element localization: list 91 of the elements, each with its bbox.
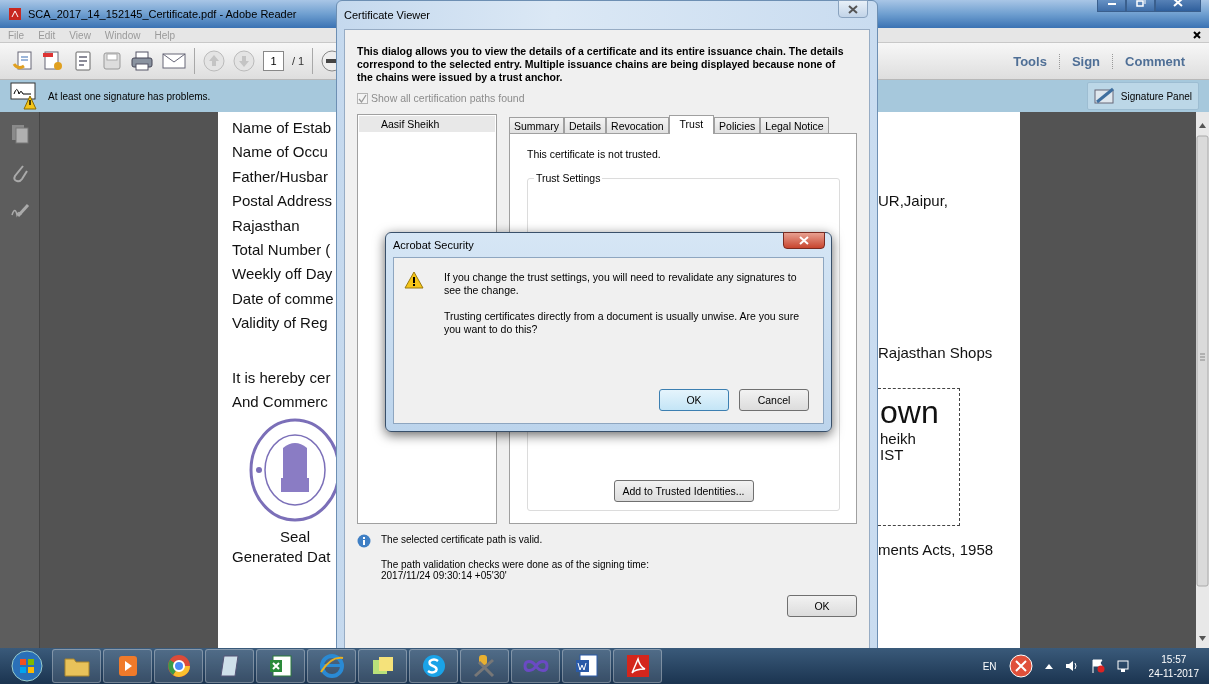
- panel-link[interactable]: Comment: [1112, 53, 1197, 69]
- close-button[interactable]: [838, 0, 868, 18]
- taskbar-button[interactable]: [205, 649, 254, 683]
- print-icon[interactable]: [130, 50, 154, 72]
- info-icon: [357, 534, 371, 548]
- tab[interactable]: Legal Notice: [760, 117, 829, 133]
- page-count: / 1: [292, 55, 305, 67]
- speaker-icon[interactable]: [1064, 660, 1079, 672]
- document-text: Total Number (: [232, 239, 331, 260]
- checkmark-icon: [358, 93, 367, 103]
- warning-message: If you change the trust settings, you will need to revalidate any signatures to see the change.: [444, 271, 798, 297]
- document-text: Generated Dat: [232, 547, 331, 568]
- document-text: Postal Address: [232, 191, 333, 212]
- document-text: It is hereby cer: [232, 367, 331, 388]
- taskbar-button[interactable]: [562, 649, 611, 683]
- dialog-title: Acrobat Security: [393, 239, 474, 251]
- document-text: Validity of Reg: [232, 313, 328, 334]
- tab[interactable]: Details: [563, 117, 607, 133]
- browser-e-icon: [317, 652, 346, 680]
- signing-time: 2017/11/24 09:30:14 +05'30': [381, 570, 508, 581]
- page-number-field[interactable]: 1: [263, 51, 284, 71]
- document-text: Father/Husbar: [232, 166, 328, 187]
- add-trusted-button[interactable]: Add to Trusted Identities...: [613, 480, 754, 502]
- signature-panel-button[interactable]: Signature Panel: [1086, 82, 1199, 110]
- document-text: Rajasthan: [232, 215, 300, 236]
- taskbar-button[interactable]: [358, 649, 407, 683]
- window-title: SCA_2017_14_152145_Certificate.pdf - Adobe Reader: [28, 8, 297, 20]
- signature-warning-icon: [10, 82, 40, 110]
- tab[interactable]: Trust: [668, 115, 715, 134]
- validation-note: The path validation checks were done as of the signing time:: [381, 559, 649, 570]
- dialog-title: Certificate Viewer: [344, 9, 430, 21]
- scrollbar[interactable]: [1196, 112, 1209, 648]
- taskbar-button[interactable]: [307, 649, 356, 683]
- signature-pen-icon[interactable]: [9, 202, 30, 218]
- clock-date: 24-11-2017: [1148, 667, 1199, 679]
- document-text: Date of comme: [232, 288, 334, 309]
- warning-message: Trusting certificates directly from a document is usually unwise. Are you sure you want to do this?: [444, 310, 800, 336]
- restore-icon: [1135, 0, 1146, 7]
- tray-arrow-icon[interactable]: [1044, 663, 1053, 669]
- document-text: Name of Estab: [232, 118, 332, 138]
- taskbar-button[interactable]: [613, 649, 662, 683]
- ok-button[interactable]: OK: [787, 595, 857, 617]
- windows-logo-icon: [11, 650, 43, 682]
- create-pdf-icon[interactable]: [42, 50, 64, 72]
- tab[interactable]: Revocation: [606, 117, 669, 133]
- tab[interactable]: Summary: [509, 117, 564, 133]
- panel-link[interactable]: Sign: [1058, 53, 1113, 69]
- document-text: Name of Occu: [232, 142, 328, 163]
- close-icon: [848, 4, 858, 14]
- close-icon[interactable]: [1193, 31, 1201, 39]
- pdf-file-icon: [8, 7, 22, 21]
- path-status: The selected certificate path is valid.: [381, 534, 544, 545]
- taskbar-button[interactable]: [154, 649, 203, 683]
- document-text: Weekly off Day: [232, 264, 333, 285]
- pages-icon[interactable]: [10, 124, 29, 144]
- taskbar-button[interactable]: [52, 649, 101, 683]
- taskbar-button[interactable]: [103, 649, 152, 683]
- document-text: UR,Jaipur,: [878, 191, 949, 211]
- pen-signature-icon: [1093, 87, 1116, 105]
- signature-name-text: own: [880, 392, 940, 431]
- group-label: Trust Settings: [534, 172, 603, 184]
- taskbar-button[interactable]: [460, 649, 509, 683]
- document-text: Rajasthan Shops: [878, 343, 993, 364]
- signature-notice: At least one signature has problems.: [48, 90, 211, 102]
- edit-document-icon[interactable]: [72, 50, 94, 72]
- mail-icon[interactable]: [162, 52, 186, 70]
- language-indicator[interactable]: EN: [982, 660, 997, 672]
- document-text: ments Acts, 1958: [878, 539, 994, 560]
- dialog-button[interactable]: OK: [659, 389, 729, 411]
- warning-icon: [404, 271, 424, 289]
- tree-item[interactable]: Aasif Sheikh: [359, 116, 495, 132]
- tab[interactable]: Policies: [714, 117, 761, 133]
- dialog-button[interactable]: Cancel: [739, 389, 809, 411]
- minimize-icon: [1106, 0, 1117, 6]
- taskbar-button[interactable]: [256, 649, 305, 683]
- clock-time: 15:57: [1161, 653, 1187, 665]
- close-button[interactable]: [783, 232, 825, 249]
- close-icon: [1173, 0, 1183, 7]
- flag-icon[interactable]: [1090, 659, 1105, 673]
- document-text: And Commerc: [232, 391, 328, 412]
- panel-link[interactable]: Tools: [1001, 53, 1059, 69]
- network-icon[interactable]: [1116, 659, 1131, 673]
- taskbar-button[interactable]: [409, 649, 458, 683]
- signer-text: heikh: [880, 430, 917, 447]
- signing-time-text: IST: [880, 446, 905, 463]
- clock[interactable]: 15:57 24-11-2017: [1142, 653, 1205, 679]
- trust-status: This certificate is not trusted.: [527, 148, 662, 160]
- dialog-description: This dialog allows you to view the details of a certificate and its entire issuance chain. The details correspond to the selected entry. Multiple issuance chains are being displayed because none of the chains were issued by a trust anchor.: [357, 45, 845, 84]
- close-icon: [799, 236, 809, 245]
- seal-caption: Seal: [280, 528, 310, 546]
- x-badge-icon[interactable]: [1008, 654, 1033, 678]
